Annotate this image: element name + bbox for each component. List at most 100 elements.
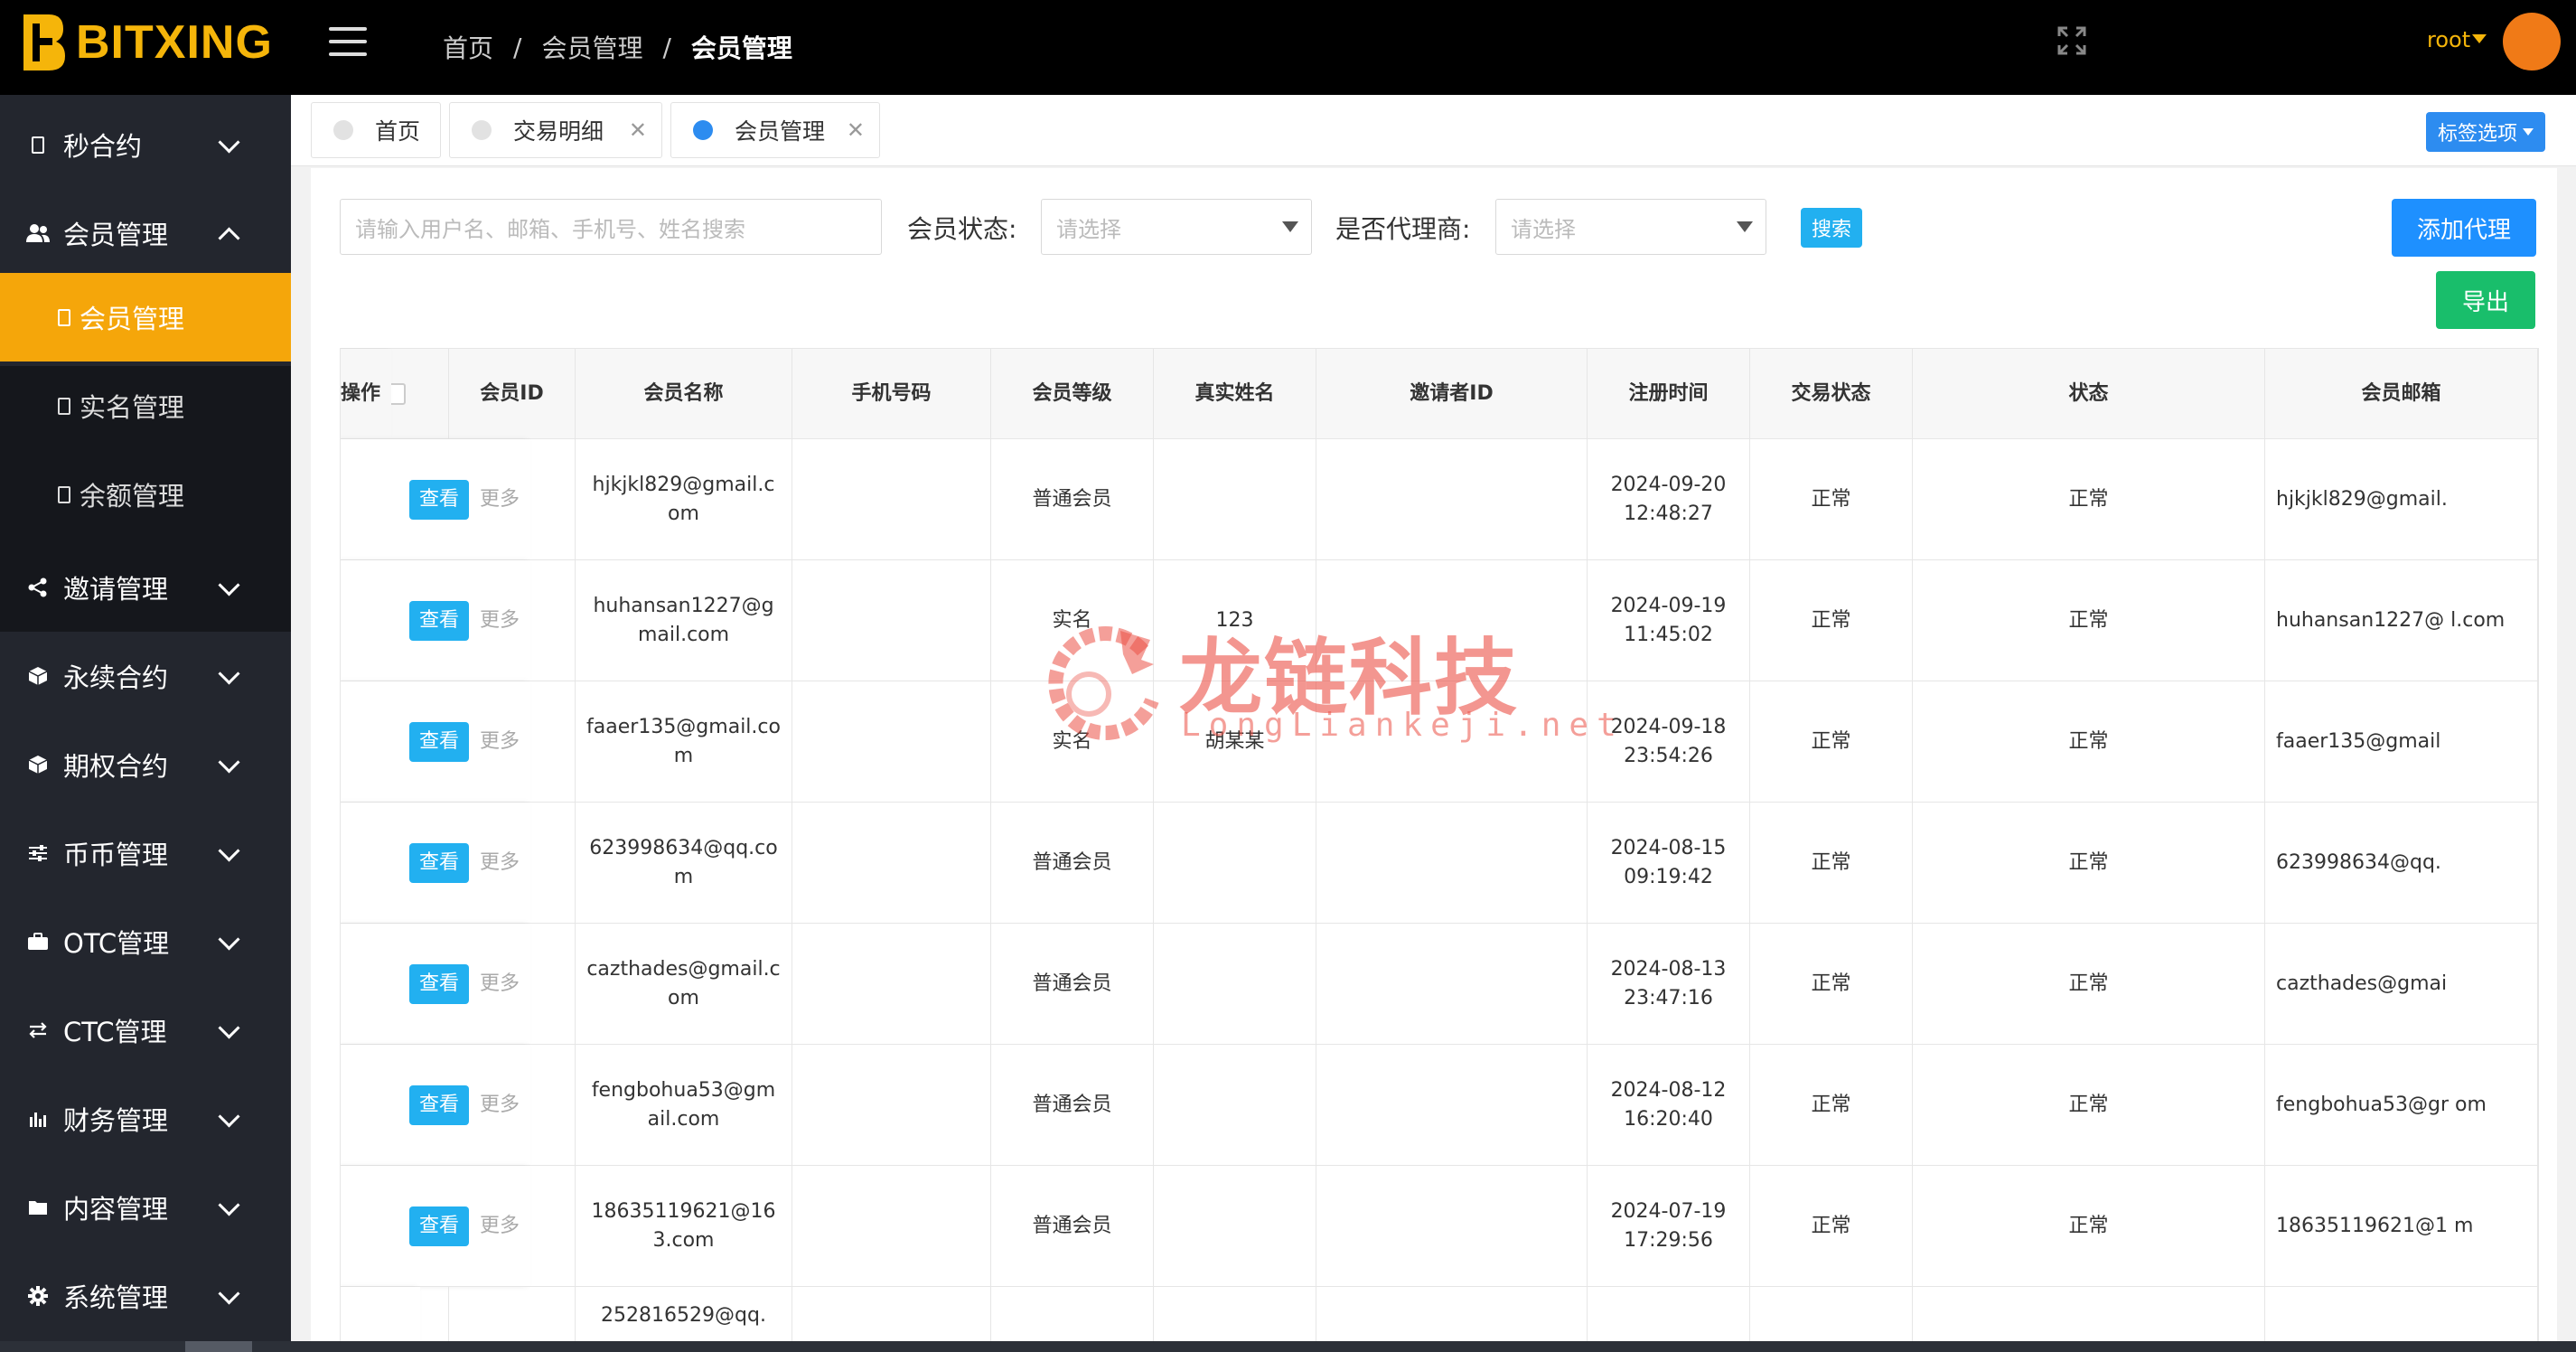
member-status-select[interactable]: 请选择 [1041, 199, 1312, 255]
tag-options-label: 标签选项 [2437, 123, 2517, 146]
sidebar-item-label: 永续合约 [63, 662, 169, 693]
column-header-real-name: 真实姓名 [1154, 349, 1316, 439]
cell-actions: 查看 更多 [341, 1166, 531, 1287]
sidebar-item-system[interactable]: 系统管理 [0, 1252, 291, 1340]
cell-phone [792, 1166, 991, 1287]
sidebar-item-label: CTC管理 [63, 1017, 167, 1047]
scrollbar-thumb[interactable] [185, 1341, 252, 1352]
fullscreen-icon[interactable] [2056, 25, 2087, 56]
search-button[interactable]: 搜索 [1801, 208, 1862, 248]
more-link[interactable]: 更多 [480, 970, 520, 999]
user-name[interactable]: root [2427, 27, 2470, 52]
sidebar-subitem-balance[interactable]: 余额管理 [0, 450, 291, 539]
column-header-status: 状态 [1913, 349, 2265, 439]
top-header: BITXING 首页 / 会员管理 / 会员管理 root [0, 0, 2576, 95]
sidebar-item-invite[interactable]: 邀请管理 [0, 543, 291, 632]
sidebar-item-label: OTC管理 [63, 928, 170, 959]
share-icon [25, 577, 51, 597]
exchange-icon [25, 1021, 51, 1039]
sidebar-subitem-realname[interactable]: 实名管理 [0, 361, 291, 450]
agent-select[interactable]: 请选择 [1495, 199, 1766, 255]
breadcrumb-current: 会员管理 [690, 33, 792, 63]
chevron-down-icon [218, 1105, 240, 1128]
breadcrumb-home[interactable]: 首页 [443, 29, 493, 65]
add-agent-button[interactable]: 添加代理 [2392, 199, 2536, 257]
more-link[interactable]: 更多 [480, 1091, 520, 1120]
cell-real-name [1154, 1166, 1316, 1287]
cell-actions: 查看 更多 [341, 681, 531, 803]
close-icon[interactable]: ✕ [847, 119, 865, 141]
dropdown-arrow-icon [1282, 221, 1298, 232]
members-table: 会员ID 会员名称 手机号码 会员等级 真实姓名 邀请者ID 注册时间 交易状态 状态 会员邮箱 操… [340, 348, 2539, 1341]
sidebar-item-perpetual[interactable]: 永续合约 [0, 632, 291, 720]
search-input[interactable]: 请输入用户名、邮箱、手机号、姓名搜索 [340, 199, 882, 255]
column-header-actions: 操作 [341, 349, 392, 439]
cell-phone [792, 681, 991, 803]
sidebar-item-options[interactable]: 期权合约 [0, 720, 291, 809]
sidebar-subitem-label: 余额管理 [80, 481, 185, 512]
horizontal-scrollbar[interactable] [0, 1341, 2576, 1352]
cell-real-name [1154, 803, 1316, 924]
sidebar-item-content[interactable]: 内容管理 [0, 1163, 291, 1252]
avatar[interactable] [2503, 13, 2561, 70]
tag-options-button[interactable]: 标签选项 [2426, 112, 2545, 152]
cell-reg-time: 2024-08-15 09:19:42 [1588, 803, 1750, 924]
cell-reg-time: 2024-09-20 12:48:27 [1588, 439, 1750, 560]
user-dropdown-caret-icon[interactable] [2472, 34, 2487, 43]
sidebar-item-ctc[interactable]: CTC管理 [0, 986, 291, 1075]
sidebar-item-spot[interactable]: 币币管理 [0, 809, 291, 897]
more-link[interactable]: 更多 [480, 728, 520, 756]
view-button[interactable]: 查看 [409, 1206, 469, 1246]
cell-status: 正常 [1913, 803, 2265, 924]
breadcrumb-section[interactable]: 会员管理 [541, 29, 642, 65]
export-button[interactable]: 导出 [2436, 271, 2535, 329]
sidebar-item-second-contract[interactable]: 秒合约 [0, 100, 291, 189]
more-link[interactable]: 更多 [480, 485, 520, 514]
cell-actions: 查看 更多 [341, 439, 531, 560]
menu-toggle-icon[interactable] [329, 27, 367, 58]
sidebar-item-otc[interactable]: OTC管理 [0, 897, 291, 986]
sidebar-item-finance[interactable]: 财务管理 [0, 1075, 291, 1163]
cell-status: 正常 [1913, 681, 2265, 803]
folder-icon [25, 1199, 51, 1216]
view-button[interactable]: 查看 [409, 722, 469, 762]
cell-status: 正常 [1913, 439, 2265, 560]
cell-inviter-id [1316, 1045, 1588, 1166]
tab-home[interactable]: 首页 [311, 102, 441, 158]
cell-actions: 查看 更多 [341, 1045, 531, 1166]
more-link[interactable]: 更多 [480, 849, 520, 878]
cell-email: cazthades@gmai [2265, 924, 2538, 1045]
cell-level: 普通会员 [991, 1166, 1154, 1287]
column-header-level: 会员等级 [991, 349, 1154, 439]
cell-member-name: 623998634@qq.com [576, 803, 792, 924]
view-button[interactable]: 查看 [409, 964, 469, 1004]
sidebar-subitem-label: 会员管理 [80, 304, 185, 334]
cell-trade-status [1750, 1287, 1913, 1341]
sidebar-subitem-member-management[interactable]: 会员管理 [0, 273, 291, 361]
sidebar: 秒合约 会员管理 会员管理 实名管理 余额管理 邀请管理 永续合约 期权合约 币… [0, 95, 291, 1352]
tab-member-management[interactable]: 会员管理 ✕ [670, 102, 880, 158]
table-row: 10cazthades@gmail.com普通会员2024-08-13 23:4… [341, 923, 2538, 1045]
view-button[interactable]: 查看 [409, 480, 469, 520]
tab-transactions[interactable]: 交易明细 ✕ [449, 102, 662, 158]
chevron-down-icon [218, 840, 240, 862]
cell-member-name: faaer135@gmail.com [576, 681, 792, 803]
cell-phone [792, 560, 991, 681]
cell-status: 正常 [1913, 1166, 2265, 1287]
more-link[interactable]: 更多 [480, 1212, 520, 1241]
more-link[interactable]: 更多 [480, 606, 520, 635]
cell-member-name: 252816529@qq. [576, 1287, 792, 1341]
tab-status-dot [693, 120, 713, 140]
tab-status-dot [472, 120, 492, 140]
sidebar-subitem-label: 实名管理 [80, 392, 185, 423]
close-icon[interactable]: ✕ [629, 119, 647, 141]
cell-inviter-id [1316, 924, 1588, 1045]
cell-reg-time: 2024-09-19 11:45:02 [1588, 560, 1750, 681]
sidebar-item-members[interactable]: 会员管理 [0, 189, 291, 277]
view-button[interactable]: 查看 [409, 843, 469, 883]
view-button[interactable]: 查看 [409, 1085, 469, 1125]
breadcrumb-separator: / [513, 32, 522, 62]
view-button[interactable]: 查看 [409, 601, 469, 641]
chevron-down-icon [218, 574, 240, 596]
chevron-down-icon [218, 131, 240, 154]
